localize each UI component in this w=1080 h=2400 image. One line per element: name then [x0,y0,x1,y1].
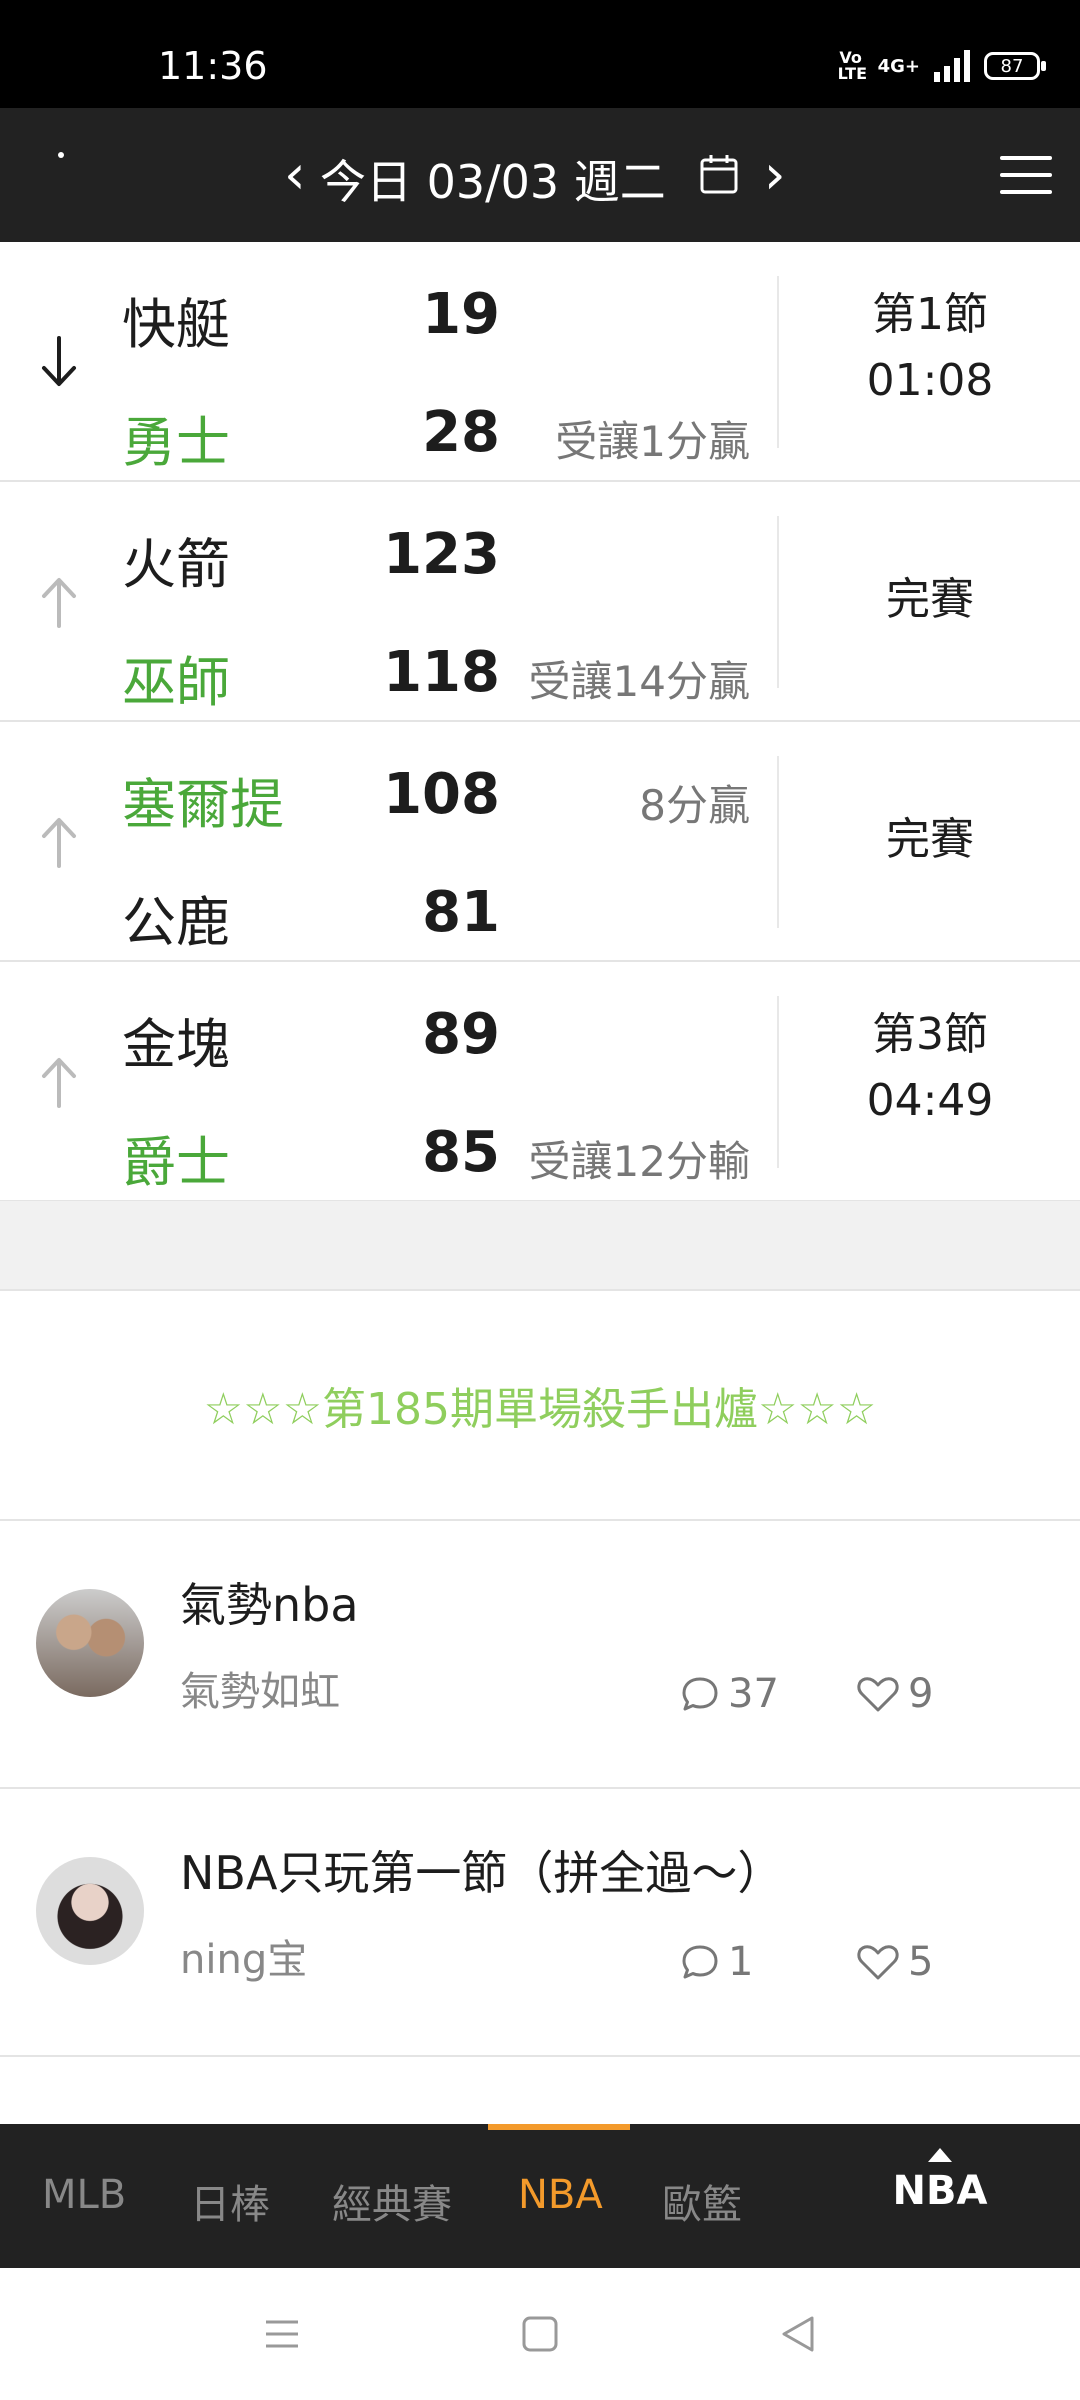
promo-banner[interactable]: ☆☆☆第185期單場殺手出爐☆☆☆ [0,1291,1080,1521]
game-row[interactable]: 塞爾提 108 8分贏公鹿 81 完賽 [0,722,1080,963]
divider [777,756,779,928]
game-status-line2: 04:49 [866,1075,994,1126]
network-type: 4G+ [877,55,920,77]
comment-count[interactable]: 37 [680,1671,779,1717]
comment-icon [682,1945,718,1979]
signal-icon [934,50,970,82]
menu-icon[interactable] [1000,156,1052,194]
divider [777,516,779,688]
game-row[interactable]: 快艇 19 勇士 28 受讓1分贏 第1節 01:08 [0,242,1080,483]
like-count[interactable]: 5 [856,1939,933,1985]
like-count-value: 5 [908,1939,934,1985]
dot-icon [58,152,64,158]
system-nav-bar [0,2268,1080,2400]
tab-mlb[interactable]: MLB [42,2172,126,2218]
game-status-line2: 01:08 [866,355,994,406]
team-score: 118 [383,640,500,705]
arrow-down-icon[interactable] [36,332,82,392]
volte-icon: Vo LTE [837,48,867,83]
game-status-line1: 完賽 [886,574,974,625]
handicap-note: 8分贏 [639,781,750,830]
team-name: 火箭 [122,533,230,596]
post-author[interactable]: 氣勢如虹 [180,1659,340,1717]
team-score: 89 [422,1002,500,1067]
status-bar: 11:36 Vo LTE 4G+ 87 [0,0,1080,108]
calendar-icon[interactable] [700,154,738,194]
league-switch-button[interactable]: NBA [880,2148,1000,2214]
game-status: 完賽 [790,567,1070,633]
section-gap [0,1201,1080,1291]
caret-up-icon [928,2148,952,2162]
post-stats: 15 [680,1939,933,1985]
current-league-label: NBA [892,2168,988,2214]
team-name: 塞爾提 [122,773,284,836]
divider [777,276,779,448]
tab-npb[interactable]: 日棒 [190,2172,270,2230]
post-item[interactable]: 氣勢nba 氣勢如虹 37 9 [0,1521,1080,1789]
game-status: 完賽 [790,807,1070,873]
tab-wbc[interactable]: 經典賽 [332,2172,452,2230]
back-icon[interactable] [776,2312,820,2356]
team-name: 金塊 [122,1013,230,1076]
home-icon[interactable] [518,2312,562,2356]
comment-icon [682,1677,718,1711]
battery-icon: 87 [984,52,1046,80]
battery-level: 87 [1000,55,1024,77]
game-status: 第1節 01:08 [790,282,1070,414]
game-status: 第3節 04:49 [790,1002,1070,1134]
top-bar: ‹ 今日 03/03 週二 › [0,108,1080,242]
active-tab-indicator [488,2124,630,2130]
divider [777,996,779,1168]
like-count[interactable]: 9 [856,1671,933,1717]
post-title[interactable]: NBA只玩第一節（拼全過～） [180,1837,783,1903]
game-row[interactable]: 火箭 123 巫師 118 受讓14分贏 完賽 [0,482,1080,723]
league-tab-bar: MLB 日棒 經典賽 NBA 歐籃 NBA [0,2124,1080,2268]
team-score: 28 [422,400,500,465]
prev-day-button[interactable]: ‹ [284,148,306,202]
team-name: 快艇 [122,293,230,356]
post-item[interactable]: NBA只玩第一節（拼全過～） ning宝 1 5 [0,1789,1080,2057]
next-day-button[interactable]: › [764,148,786,202]
tab-nba[interactable]: NBA [518,2172,603,2218]
team-score: 19 [422,282,500,347]
heart-icon [857,1945,899,1980]
comment-count-value: 37 [728,1671,779,1717]
post-author[interactable]: ning宝 [180,1927,307,1985]
arrow-up-icon[interactable] [36,812,82,872]
date-label[interactable]: 今日 03/03 週二 [320,146,666,212]
game-row[interactable]: 金塊 89 爵士 85 受讓12分輸 第3節 04:49 [0,962,1080,1203]
tab-euroleague[interactable]: 歐籃 [662,2172,742,2230]
team-name: 巫師 [122,651,230,714]
game-status-line1: 完賽 [886,814,974,865]
team-score: 123 [383,522,500,587]
game-status-line1: 第1節 [872,289,988,340]
comment-count-value: 1 [728,1939,754,1985]
avatar[interactable] [36,1857,144,1965]
handicap-note: 受讓14分贏 [528,657,750,706]
team-name: 爵士 [122,1131,230,1194]
arrow-up-icon[interactable] [36,572,82,632]
like-count-value: 9 [908,1671,934,1717]
team-name: 公鹿 [122,891,230,954]
recents-icon[interactable] [260,2312,304,2356]
status-icons: Vo LTE 4G+ 87 [837,48,1046,83]
arrow-up-icon[interactable] [36,1052,82,1112]
team-score: 85 [422,1120,500,1185]
post-stats: 37 9 [680,1671,933,1717]
team-name: 勇士 [122,411,230,474]
heart-icon [857,1677,899,1712]
status-time: 11:36 [158,44,268,88]
avatar[interactable] [36,1589,144,1697]
team-score: 108 [383,762,500,827]
team-score: 81 [422,880,500,945]
handicap-note: 受讓12分輸 [528,1137,750,1186]
post-title[interactable]: 氣勢nba [180,1569,359,1635]
game-status-line1: 第3節 [872,1009,988,1060]
handicap-note: 受讓1分贏 [555,417,750,466]
comment-count[interactable]: 1 [680,1939,753,1985]
